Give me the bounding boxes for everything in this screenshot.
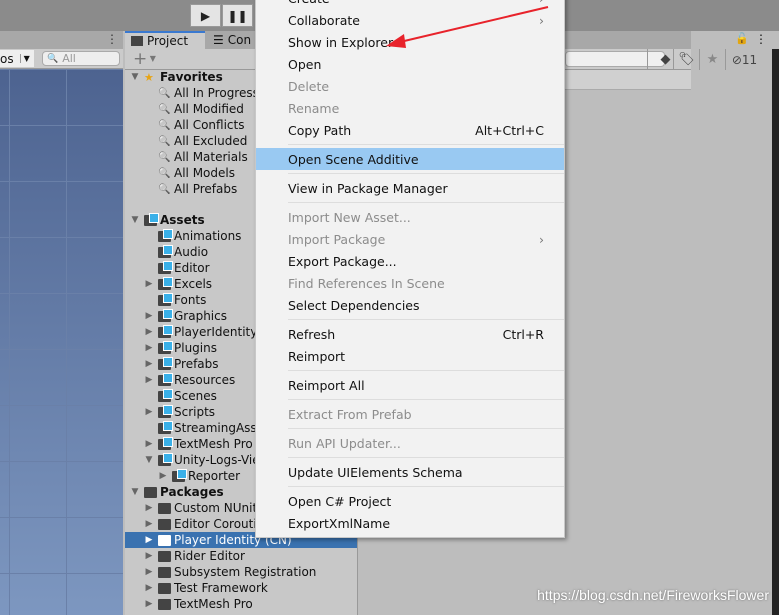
- annotation-arrow: [386, 6, 549, 48]
- watermark: https://blog.csdn.net/FireworksFlower: [537, 587, 769, 603]
- arrow-head: [386, 34, 406, 48]
- arrow-line: [399, 6, 549, 43]
